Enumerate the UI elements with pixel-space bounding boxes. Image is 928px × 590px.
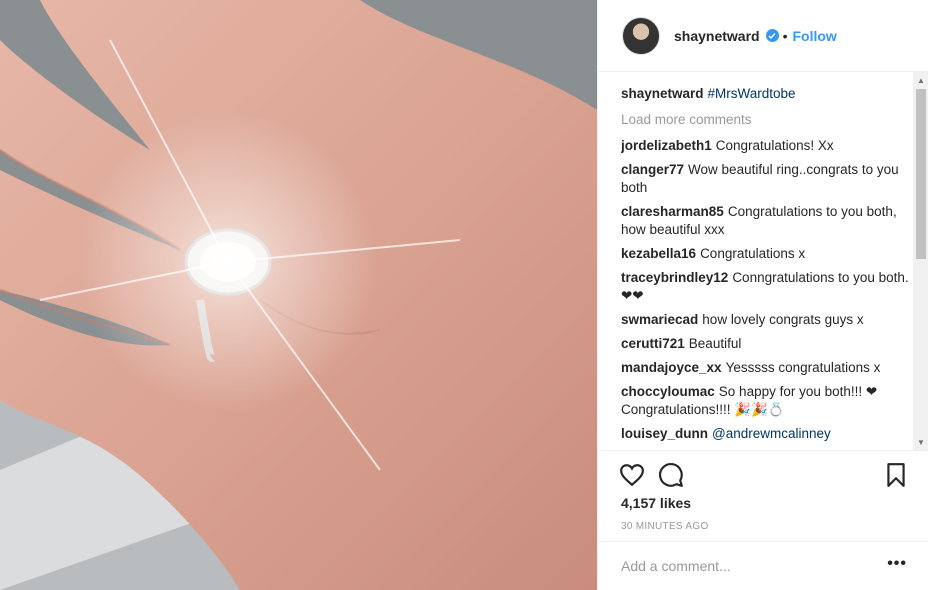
- scroll-down-arrow-icon[interactable]: ▼: [913, 434, 928, 450]
- comment-username[interactable]: clanger77: [621, 162, 684, 177]
- comment-item: kezabella16 Congratulations x: [621, 245, 913, 263]
- caption: shaynetward #MrsWardtobe: [621, 85, 913, 103]
- comment-item: traceybrindley12 Conngratulations to you …: [621, 269, 913, 305]
- comments-list: shaynetward #MrsWardtobe Load more commen…: [621, 82, 913, 448]
- comment-username[interactable]: choccyloumac: [621, 384, 715, 399]
- comment-username[interactable]: swmariecad: [621, 312, 698, 327]
- comments-scrollbar[interactable]: ▲ ▼: [913, 72, 928, 450]
- bookmark-icon[interactable]: [883, 462, 909, 488]
- comment-item: mandajoyce_xx Yesssss congratulations x: [621, 359, 913, 377]
- post-actions: 4,157 likes 30 MINUTES AGO: [598, 450, 928, 540]
- comment-item: clanger77 Wow beautiful ring..congrats to…: [621, 161, 913, 197]
- comment-item: louisey_dunn @andrewmcalinney: [621, 425, 913, 443]
- more-options-icon[interactable]: •••: [887, 556, 907, 572]
- comment-username[interactable]: kezabella16: [621, 246, 696, 261]
- likes-count[interactable]: 4,157 likes: [621, 495, 691, 511]
- comment-username[interactable]: louisey_dunn: [621, 426, 708, 441]
- add-comment-input[interactable]: [621, 558, 871, 574]
- comment-username[interactable]: traceybrindley12: [621, 270, 728, 285]
- post-photo[interactable]: [0, 0, 597, 590]
- comment-text: Congratulations x: [700, 246, 806, 261]
- comment-username[interactable]: cerutti721: [621, 336, 685, 351]
- author-username[interactable]: shaynetward: [674, 28, 760, 44]
- scrollbar-thumb[interactable]: [916, 89, 926, 259]
- comment-icon[interactable]: [658, 462, 684, 488]
- verified-badge-icon: [765, 29, 779, 42]
- scroll-up-arrow-icon[interactable]: ▲: [913, 72, 928, 88]
- avatar[interactable]: [622, 16, 660, 55]
- comment-text: Yesssss congratulations x: [725, 360, 881, 375]
- heart-icon[interactable]: [619, 462, 645, 488]
- add-comment-bar: •••: [598, 541, 928, 590]
- post-timestamp: 30 MINUTES AGO: [621, 521, 709, 532]
- comment-item: choccyloumac So happy for you both!!! ❤ C…: [621, 383, 913, 419]
- post-header: shaynetward • Follow: [598, 0, 928, 72]
- load-more-comments-button[interactable]: Load more comments: [621, 111, 913, 129]
- separator-dot: •: [782, 27, 788, 44]
- caption-username[interactable]: shaynetward: [621, 86, 704, 101]
- caption-hashtag[interactable]: #MrsWardtobe: [708, 86, 796, 101]
- comment-mention[interactable]: @andrewmcalinney: [712, 426, 831, 441]
- comment-text: Beautiful: [688, 336, 742, 351]
- comment-item: swmariecad how lovely congrats guys x: [621, 311, 913, 329]
- follow-button[interactable]: Follow: [793, 28, 837, 44]
- comment-item: jordelizabeth1 Congratulations! Xx: [621, 137, 913, 155]
- comment-username[interactable]: mandajoyce_xx: [621, 360, 722, 375]
- comment-text: Congratulations! Xx: [715, 138, 834, 153]
- comment-username[interactable]: jordelizabeth1: [621, 138, 712, 153]
- hand-ring-image: [0, 0, 597, 590]
- comment-item: cerutti721 Beautiful: [621, 335, 913, 353]
- comment-text: how lovely congrats guys x: [702, 312, 864, 327]
- comment-item: claresharman85 Congratulations to you bot…: [621, 203, 913, 239]
- comment-username[interactable]: claresharman85: [621, 204, 724, 219]
- post-sidebar: shaynetward • Follow shaynetward #MrsWard…: [597, 0, 928, 590]
